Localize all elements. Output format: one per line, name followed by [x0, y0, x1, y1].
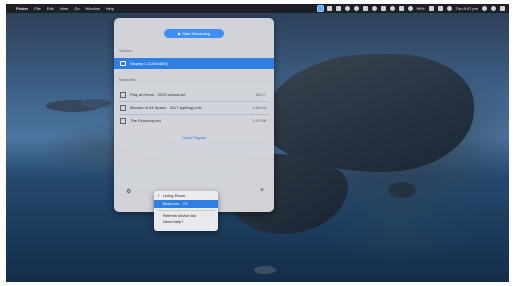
menu-extra-icon[interactable] [371, 6, 377, 11]
media-item[interactable]: Play at Home - 2019 school.avi 00:17 [114, 89, 274, 101]
wallpaper-rock [81, 99, 111, 108]
menu-extra-icon[interactable] [362, 6, 368, 11]
streaming-panel: ▶ Start Streaming Screens Display 1 (128… [114, 18, 274, 212]
notification-center-icon[interactable] [500, 6, 505, 11]
menu-edit[interactable]: Edit [47, 4, 54, 13]
wallpaper-rock [254, 266, 276, 274]
display-item[interactable]: Display 1 (1280x800) [114, 58, 274, 69]
menu-extra-icon[interactable] [335, 6, 341, 11]
menu-extra-icon[interactable] [353, 6, 359, 11]
media-item[interactable]: The Economy.avi 1:47:08 [114, 115, 274, 127]
dropdown-actions: Refresh device list Need help? [163, 213, 196, 224]
menu-bar: Finder File Edit View Go Window Help 99%… [6, 4, 509, 13]
battery-icon[interactable] [428, 6, 434, 11]
start-streaming-button[interactable]: ▶ Start Streaming [164, 29, 224, 38]
battery-percent: 99% [416, 6, 425, 11]
menu-window[interactable]: Window [86, 4, 100, 13]
add-icon[interactable]: + [260, 187, 264, 194]
menu-extra-icon[interactable] [389, 6, 395, 11]
section-media-label: Media files [119, 78, 136, 82]
media-item[interactable]: Beware of 64 Space - 2017 (spring).m4v 1… [114, 102, 274, 114]
gear-icon[interactable]: ⚙ [126, 188, 131, 195]
media-duration: 1:04:24 [252, 105, 266, 110]
film-icon [120, 92, 126, 98]
wallpaper-rock [388, 182, 416, 198]
menu-clock[interactable]: Thu 8:47 pm [456, 4, 478, 13]
menu-extra-icon[interactable] [380, 6, 386, 11]
device-dropdown-menu: ✓ Living Room Bedroom - TV Refresh devic… [154, 191, 218, 231]
menu-file[interactable]: File [34, 4, 40, 13]
need-help-item[interactable]: Need help? [163, 219, 196, 225]
bluetooth-icon[interactable] [398, 6, 404, 11]
user-icon[interactable] [446, 6, 452, 11]
input-source-icon[interactable] [437, 6, 443, 11]
menu-go[interactable]: Go [74, 4, 79, 13]
refresh-devices-item[interactable]: Refresh device list [163, 213, 196, 219]
menu-extra-icon[interactable] [344, 6, 350, 11]
monitor-icon [120, 61, 126, 66]
device-option-living-room[interactable]: ✓ Living Room [154, 192, 218, 200]
section-screens-label: Screens [119, 49, 132, 53]
display-item-label: Display 1 (1280x800) [130, 61, 168, 66]
clear-playlist-link[interactable]: Clear Playlist [114, 135, 274, 140]
device-option-bedroom-tv[interactable]: Bedroom - TV [154, 200, 218, 208]
media-title: The Economy.avi [130, 118, 161, 123]
film-icon [120, 118, 126, 124]
menu-extra-icon[interactable] [326, 6, 332, 11]
media-title: Play at Home - 2019 school.avi [130, 92, 186, 97]
film-icon [120, 105, 126, 111]
wifi-icon[interactable] [407, 6, 413, 11]
app-menu-finder[interactable]: Finder [16, 4, 28, 13]
media-duration: 00:17 [255, 92, 266, 97]
desktop: Finder File Edit View Go Window Help 99%… [6, 4, 509, 282]
checkmark-icon: ✓ [157, 193, 161, 198]
cast-status-icon[interactable] [316, 5, 324, 12]
media-title: Beware of 64 Space - 2017 (spring).m4v [130, 105, 202, 110]
menu-view[interactable]: View [60, 4, 69, 13]
media-duration: 1:47:08 [252, 118, 266, 123]
menu-help[interactable]: Help [106, 4, 114, 13]
menu-separator [157, 210, 215, 211]
siri-icon[interactable] [491, 6, 496, 11]
spotlight-icon[interactable] [482, 6, 487, 11]
